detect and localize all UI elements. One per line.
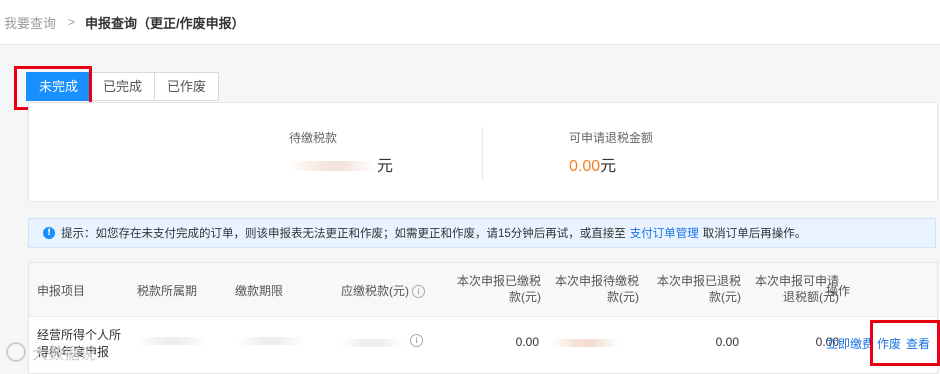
refund-unit: 元 (600, 158, 617, 175)
summary-divider (482, 127, 483, 181)
declaration-table: 申报项目 税款所属期 缴款期限 应缴税款(元) i 本次申报已缴税 款(元) 本次… (28, 262, 938, 374)
pending-tax-block: 待缴税款 元 (289, 129, 393, 176)
tab-completed[interactable]: 已完成 (90, 72, 156, 101)
refund-label: 可申请退税金额 (569, 131, 654, 145)
highlight-box-actions (870, 320, 940, 366)
table-header: 申报项目 税款所属期 缴款期限 应缴税款(元) i 本次申报已缴税 款(元) 本次… (29, 263, 937, 317)
col-item: 申报项目 (37, 284, 86, 298)
refund-block: 可申请退税金额 0.00 元 (569, 129, 653, 176)
pending-tax-amount-redacted (289, 161, 375, 171)
refund-amount: 0.00 (569, 158, 601, 175)
info-icon: ! (43, 227, 55, 239)
deadline-redacted (235, 337, 305, 345)
notice-bar: ! 提示：如您存在未支付完成的订单，则该申报表无法更正和作废；如需更正和作废，请… (28, 218, 936, 248)
tab-voided[interactable]: 已作废 (154, 72, 220, 101)
breadcrumb-separator: > (68, 15, 76, 29)
watermark-logo-icon (6, 342, 26, 362)
col-period: 税款所属期 (137, 284, 198, 298)
col-paid: 本次申报已缴税 款(元) (456, 274, 541, 304)
pending-tax-label: 待缴税款 (289, 131, 338, 145)
col-refunded: 本次申报已退税 款(元) (656, 274, 741, 304)
question-icon[interactable]: i (412, 285, 425, 299)
col-tax-payable: 应缴税款(元) i (341, 283, 425, 299)
col-operations: 操作 (826, 284, 851, 298)
watermark: 大数据说 (6, 340, 96, 364)
question-icon[interactable]: i (410, 334, 423, 347)
row-refunded: 0.00 (715, 335, 739, 349)
summary-panel: 待缴税款 元 可申请退税金额 0.00 元 (28, 102, 938, 202)
breadcrumb: 我要查询 > 申报查询（更正/作废申报） (0, 0, 940, 45)
notice-text: 提示：如您存在未支付完成的订单，则该申报表无法更正和作废；如需更正和作废，请15… (61, 228, 626, 240)
breadcrumb-parent-link[interactable]: 我要查询 (4, 13, 56, 32)
period-redacted (137, 337, 207, 345)
row-paid: 0.00 (515, 335, 539, 349)
page-title: 申报查询（更正/作废申报） (85, 15, 245, 31)
pending-tax-unit: 元 (377, 158, 394, 175)
notice-text-end: 取消订单后再操作。 (702, 228, 807, 240)
pending-redacted (551, 339, 619, 347)
tax-payable-redacted (339, 339, 405, 347)
col-deadline: 缴款期限 (235, 284, 284, 298)
payment-order-management-link[interactable]: 支付订单管理 (630, 225, 699, 241)
col-pending: 本次申报待缴税 款(元) (554, 274, 639, 304)
pay-now-link[interactable]: 立即缴费 (826, 335, 874, 352)
